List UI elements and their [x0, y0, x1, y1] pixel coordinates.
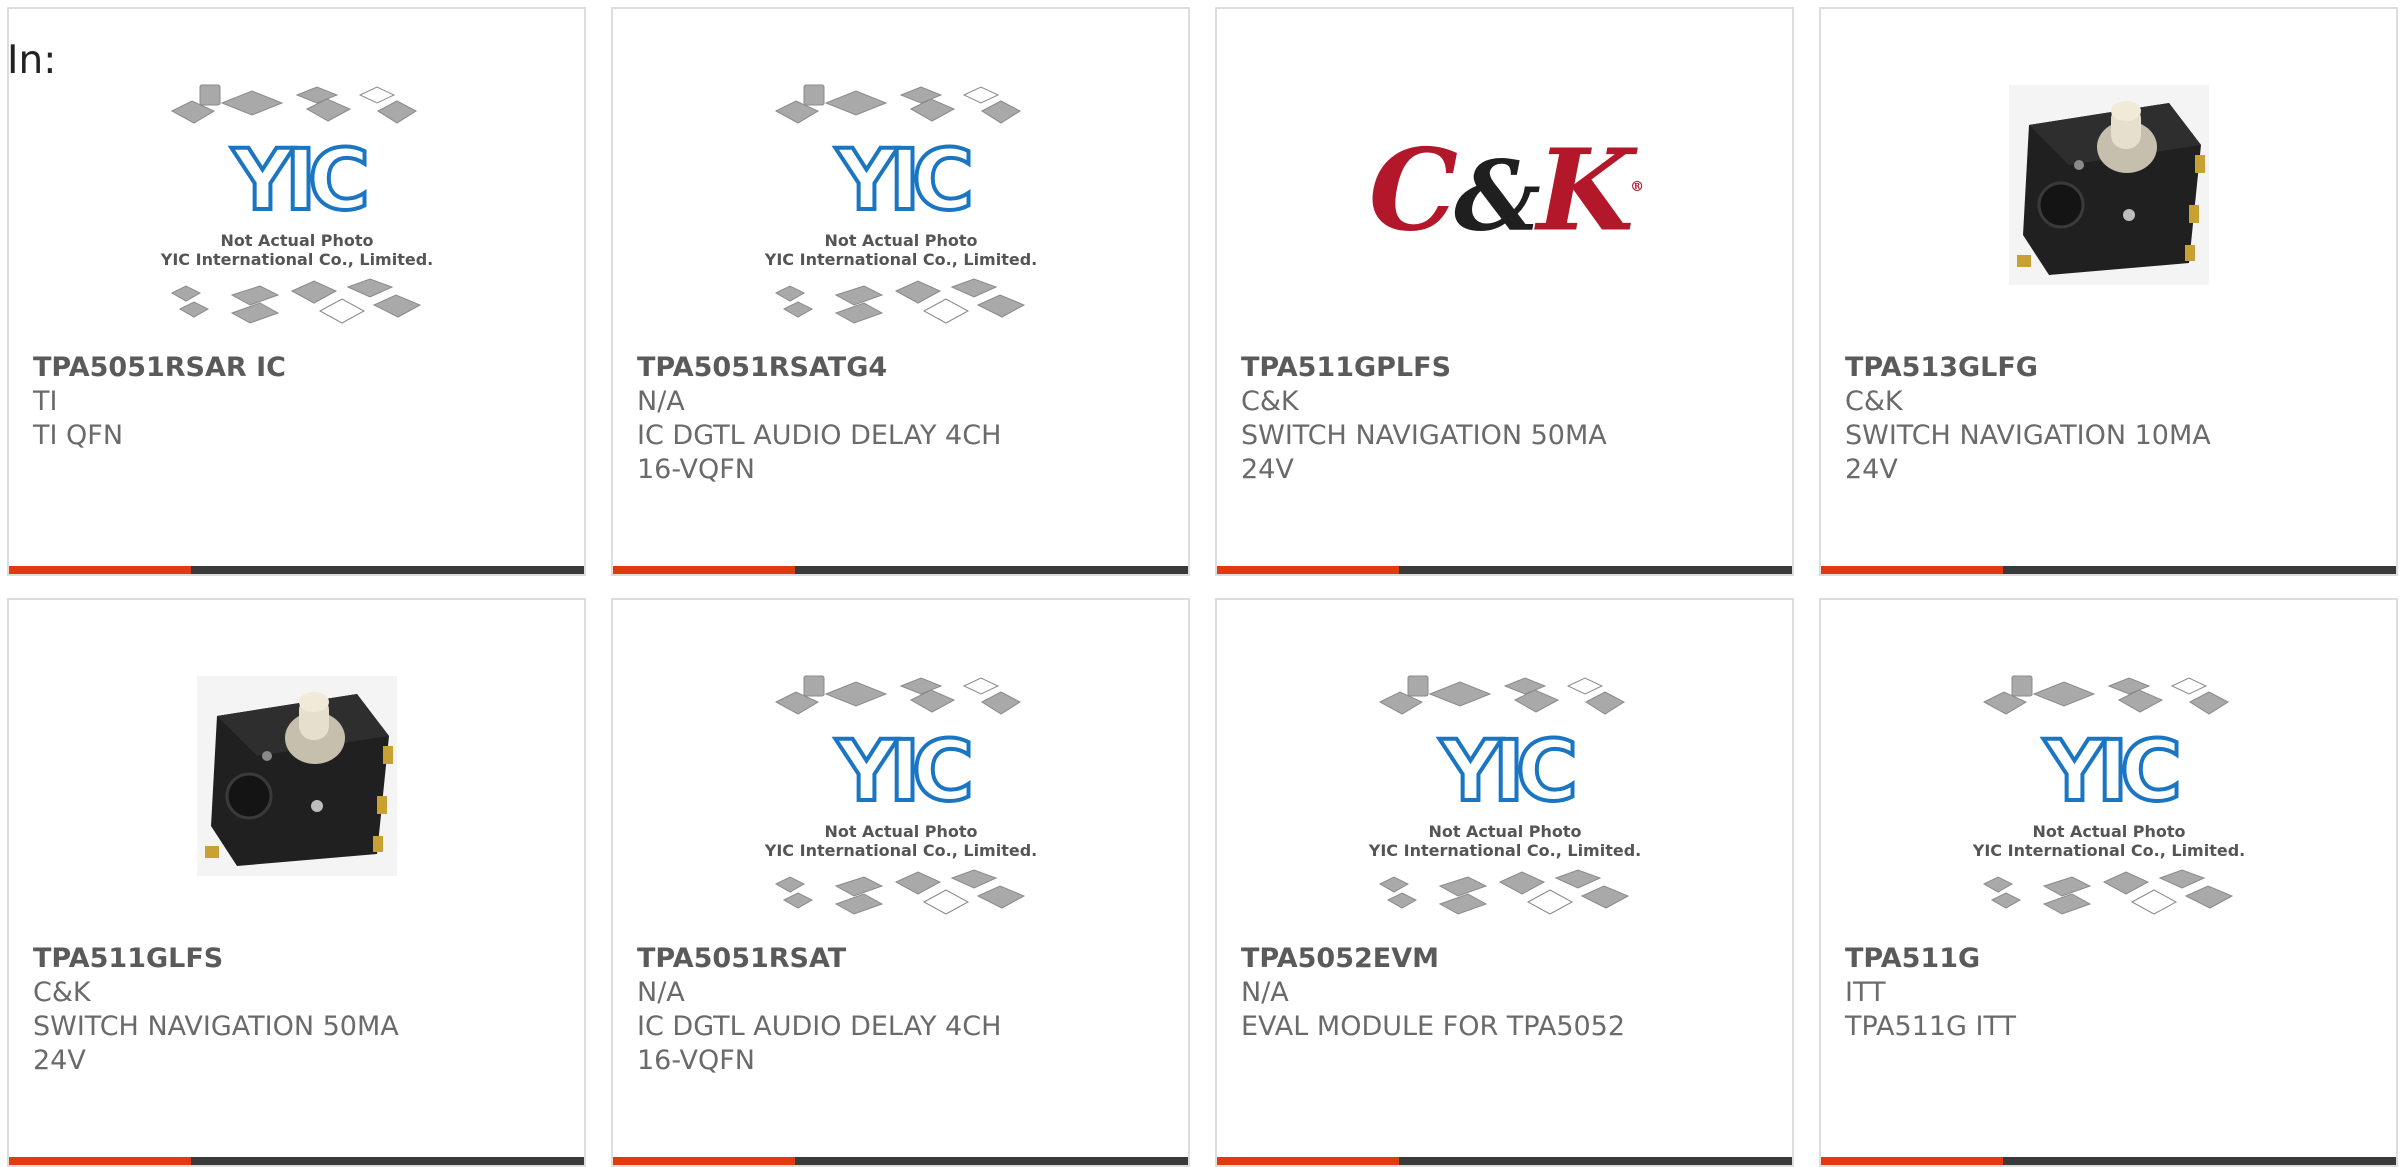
manufacturer: C&K: [1845, 386, 1903, 417]
card-bottom-bar: [613, 566, 1188, 574]
placeholder-caption-2: YIC International Co., Limited.: [763, 841, 1036, 860]
part-number[interactable]: TPA511GPLFS: [1241, 351, 1642, 385]
placeholder-caption-1: Not Actual Photo: [2032, 822, 2185, 841]
part-number[interactable]: TPA513GLFG: [1845, 351, 2246, 385]
card-accent-bar: [613, 1157, 795, 1165]
part-number[interactable]: TPA5051RSAR IC: [33, 351, 434, 385]
card-accent-bar: [1217, 566, 1399, 574]
manufacturer: TI: [33, 386, 58, 417]
product-thumbnail[interactable]: YIC Not Actual Photo YIC International C…: [1821, 672, 2396, 952]
product-card-1[interactable]: YIC Not Actual Photo YIC International C…: [7, 7, 586, 576]
svg-text:YIC: YIC: [835, 722, 969, 820]
description: SWITCH NAVIGATION 50MA 24V: [1241, 420, 1607, 485]
part-number[interactable]: TPA5052EVM: [1241, 942, 1642, 976]
card-accent-bar: [1821, 566, 2003, 574]
yic-placeholder-image: YIC Not Actual Photo YIC International C…: [763, 675, 1037, 915]
yic-placeholder-image: YIC Not Actual Photo YIC International C…: [763, 84, 1037, 324]
manufacturer: N/A: [637, 386, 685, 417]
product-info: TPA513GLFG C&K SWITCH NAVIGATION 10MA 24…: [1845, 351, 2246, 487]
yic-placeholder-image: YIC Not Actual Photo YIC International C…: [1367, 675, 1641, 915]
product-thumbnail[interactable]: YIC Not Actual Photo YIC International C…: [613, 672, 1188, 952]
svg-text:YIC: YIC: [1439, 722, 1573, 820]
card-bottom-bar: [1821, 566, 2396, 574]
card-bottom-bar: [9, 566, 584, 574]
product-info: TPA5051RSATG4 N/A IC DGTL AUDIO DELAY 4C…: [637, 351, 1038, 487]
product-card-8[interactable]: YIC Not Actual Photo YIC International C…: [1819, 598, 2398, 1167]
manufacturer: N/A: [1241, 977, 1289, 1008]
description: TPA511G ITT: [1845, 1011, 2017, 1042]
placeholder-caption-1: Not Actual Photo: [824, 822, 977, 841]
yic-placeholder-image: YIC Not Actual Photo YIC International C…: [159, 84, 433, 324]
card-accent-bar: [9, 1157, 191, 1165]
card-accent-bar: [1821, 1157, 2003, 1165]
ck-logo-image: C&K®: [1368, 125, 1644, 257]
product-thumbnail[interactable]: [9, 676, 584, 956]
svg-text:YIC: YIC: [231, 131, 365, 229]
svg-text:YIC: YIC: [835, 131, 969, 229]
product-thumbnail[interactable]: [1821, 85, 2396, 365]
card-accent-bar: [613, 566, 795, 574]
description: SWITCH NAVIGATION 50MA 24V: [33, 1011, 399, 1076]
card-bottom-bar: [1217, 1157, 1792, 1165]
product-info: TPA5051RSAR IC TI TI QFN: [33, 351, 434, 453]
card-bottom-bar: [9, 1157, 584, 1165]
product-thumbnail[interactable]: C&K®: [1217, 81, 1792, 361]
description: SWITCH NAVIGATION 10MA 24V: [1845, 420, 2211, 485]
placeholder-caption-2: YIC International Co., Limited.: [159, 250, 432, 269]
description: TI QFN: [33, 420, 124, 451]
manufacturer: C&K: [1241, 386, 1299, 417]
manufacturer: C&K: [33, 977, 91, 1008]
card-accent-bar: [9, 566, 191, 574]
switch-photo-image: [196, 676, 397, 876]
product-info: TPA511GLFS C&K SWITCH NAVIGATION 50MA 24…: [33, 942, 434, 1078]
card-accent-bar: [1217, 1157, 1399, 1165]
in-label: In:: [7, 38, 57, 83]
svg-text:YIC: YIC: [2043, 722, 2177, 820]
placeholder-caption-2: YIC International Co., Limited.: [763, 250, 1036, 269]
product-info: TPA511G ITT TPA511G ITT: [1845, 942, 2246, 1044]
part-number[interactable]: TPA511G: [1845, 942, 2246, 976]
description: IC DGTL AUDIO DELAY 4CH 16-VQFN: [637, 420, 1002, 485]
placeholder-caption-2: YIC International Co., Limited.: [1971, 841, 2244, 860]
product-thumbnail[interactable]: YIC Not Actual Photo YIC International C…: [613, 81, 1188, 361]
part-number[interactable]: TPA5051RSATG4: [637, 351, 1038, 385]
part-number[interactable]: TPA5051RSAT: [637, 942, 1038, 976]
card-bottom-bar: [1217, 566, 1792, 574]
product-card-6[interactable]: YIC Not Actual Photo YIC International C…: [611, 598, 1190, 1167]
placeholder-caption-1: Not Actual Photo: [220, 231, 373, 250]
placeholder-caption-1: Not Actual Photo: [824, 231, 977, 250]
description: EVAL MODULE FOR TPA5052: [1241, 1011, 1626, 1042]
switch-photo-image: [2008, 85, 2209, 285]
product-card-3[interactable]: C&K® TPA511GPLFS C&K SWITCH NAVIGATION 5…: [1215, 7, 1794, 576]
product-card-7[interactable]: YIC Not Actual Photo YIC International C…: [1215, 598, 1794, 1167]
product-info: TPA511GPLFS C&K SWITCH NAVIGATION 50MA 2…: [1241, 351, 1642, 487]
product-card-2[interactable]: YIC Not Actual Photo YIC International C…: [611, 7, 1190, 576]
card-bottom-bar: [613, 1157, 1188, 1165]
product-thumbnail[interactable]: YIC Not Actual Photo YIC International C…: [9, 81, 584, 361]
placeholder-caption-1: Not Actual Photo: [1428, 822, 1581, 841]
product-thumbnail[interactable]: YIC Not Actual Photo YIC International C…: [1217, 672, 1792, 952]
description: IC DGTL AUDIO DELAY 4CH 16-VQFN: [637, 1011, 1002, 1076]
manufacturer: ITT: [1845, 977, 1886, 1008]
product-info: TPA5051RSAT N/A IC DGTL AUDIO DELAY 4CH …: [637, 942, 1038, 1078]
product-info: TPA5052EVM N/A EVAL MODULE FOR TPA5052: [1241, 942, 1642, 1044]
product-grid: YIC Not Actual Photo YIC International C…: [0, 0, 2400, 1167]
yic-placeholder-image: YIC Not Actual Photo YIC International C…: [1971, 675, 2245, 915]
manufacturer: N/A: [637, 977, 685, 1008]
product-card-4[interactable]: TPA513GLFG C&K SWITCH NAVIGATION 10MA 24…: [1819, 7, 2398, 576]
product-card-5[interactable]: TPA511GLFS C&K SWITCH NAVIGATION 50MA 24…: [7, 598, 586, 1167]
placeholder-caption-2: YIC International Co., Limited.: [1367, 841, 1640, 860]
card-bottom-bar: [1821, 1157, 2396, 1165]
part-number[interactable]: TPA511GLFS: [33, 942, 434, 976]
